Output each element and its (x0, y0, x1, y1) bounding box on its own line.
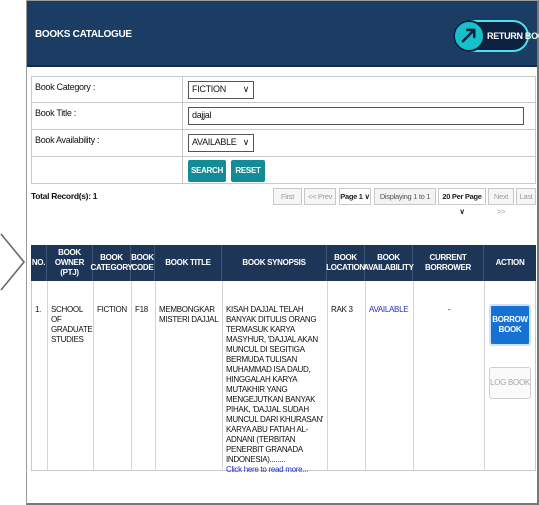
page-select[interactable]: Page 1 ∨ (339, 188, 371, 205)
cell-action: BORROW BOOK LOG BOOK (485, 281, 537, 471)
per-page-value: 20 Per Page (442, 192, 482, 201)
last-page-button[interactable]: Last (516, 188, 536, 205)
return-book-icon (453, 20, 485, 52)
synopsis-text: KISAH DAJJAL TELAH BANYAK DITULIS ORANG … (226, 305, 324, 464)
chevron-down-icon: ∨ (242, 84, 250, 94)
book-title-input[interactable]: dajjal (188, 107, 524, 125)
displaying-info: Displaying 1 to 1 (374, 188, 436, 205)
col-header-no: NO. (31, 245, 47, 281)
category-select[interactable]: FICTION ∨ (188, 81, 254, 99)
read-more-link[interactable]: Click here to read more... (226, 465, 324, 475)
table-header: NO. BOOK OWNER (PTJ) BOOK CATEGORY BOOK … (31, 245, 536, 281)
chevron-down-icon: ∨ (459, 207, 465, 216)
title-label: Book Title : (32, 103, 183, 129)
panel-header: BOOKS CATALOGUE RETURN BOOK (27, 1, 539, 67)
per-page-select[interactable]: 20 Per Page ∨ (438, 188, 486, 216)
cell-category: FICTION (94, 281, 132, 471)
first-page-button[interactable]: First (273, 188, 302, 205)
col-header-title: BOOK TITLE (155, 245, 222, 281)
col-header-code: BOOK CODE (131, 245, 155, 281)
col-header-location: BOOK LOCATION (326, 245, 365, 281)
log-book-button[interactable]: LOG BOOK (489, 367, 531, 399)
page-title: BOOKS CATALOGUE (35, 29, 132, 40)
form-row-category: Book Category : FICTION ∨ (31, 76, 536, 103)
category-label: Book Category : (32, 77, 183, 102)
cell-no: 1. (32, 281, 48, 471)
availability-label: Book Availability : (32, 130, 183, 156)
chevron-down-icon: ∨ (242, 137, 250, 147)
pager-bar: Total Record(s): 1 First << Prev Page 1 … (31, 185, 536, 216)
total-records: Total Record(s): 1 (31, 191, 98, 201)
return-book-button[interactable]: RETURN BOOK (453, 20, 539, 52)
cell-code: F18 (132, 281, 156, 471)
form-row-actions: SEARCH RESET (31, 157, 536, 184)
next-page-button[interactable]: Next >> (488, 188, 514, 216)
availability-value: AVAILABLE (192, 137, 237, 147)
search-button[interactable]: SEARCH (188, 160, 226, 182)
reset-button[interactable]: RESET (231, 160, 265, 182)
cell-owner: SCHOOL OF GRADUATE STUDIES (48, 281, 94, 471)
prev-page-button[interactable]: << Prev (304, 188, 336, 205)
category-value: FICTION (192, 84, 226, 94)
col-header-owner: BOOK OWNER (PTJ) (47, 245, 93, 281)
cell-availability: AVAILABLE (366, 281, 414, 471)
books-catalogue-panel: BOOKS CATALOGUE RETURN BOOK Book Categor… (26, 0, 539, 505)
col-header-synopsis: BOOK SYNOPSIS (222, 245, 327, 281)
col-header-availability: BOOK AVAILABILITY (363, 245, 414, 281)
table-row: 1. SCHOOL OF GRADUATE STUDIES FICTION F1… (31, 281, 537, 474)
cell-location: RAK 3 (328, 281, 366, 471)
left-arrow-icon (0, 233, 26, 291)
cell-synopsis: KISAH DAJJAL TELAH BANYAK DITULIS ORANG … (223, 281, 328, 474)
col-header-action: ACTION (495, 258, 525, 267)
borrow-book-button[interactable]: BORROW BOOK (489, 304, 531, 346)
availability-select[interactable]: AVAILABLE ∨ (188, 134, 254, 152)
left-gutter (0, 0, 26, 505)
return-book-label: RETURN BOOK (487, 31, 539, 41)
page-select-value: Page 1 (340, 192, 363, 201)
form-row-title: Book Title : dajjal (31, 103, 536, 130)
col-header-category: BOOK CATEGORY (90, 245, 133, 281)
cell-borrower: - (414, 281, 485, 471)
empty-label-cell (32, 157, 183, 183)
chevron-down-icon: ∨ (364, 192, 370, 201)
cell-title: MEMBONGKAR MISTERI DAJJAL (156, 281, 223, 471)
col-header-borrower: CURRENT BORROWER (413, 245, 484, 281)
form-row-availability: Book Availability : AVAILABLE ∨ (31, 130, 536, 157)
